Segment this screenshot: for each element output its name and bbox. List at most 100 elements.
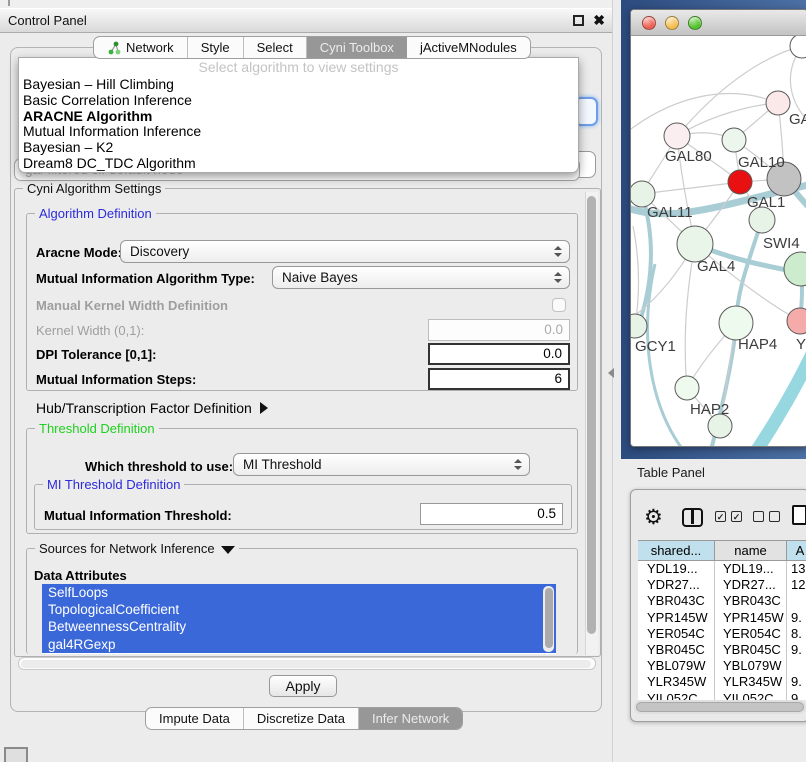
tab-style[interactable]: Style <box>188 37 244 58</box>
table-row[interactable]: YER054CYER054C8. <box>638 626 806 642</box>
kernel-width-field[interactable]: 0.0 <box>428 319 570 341</box>
algorithm-option-dream8-dc-tdc-algorithm[interactable]: Dream8 DC_TDC Algorithm <box>19 156 578 172</box>
algorithm-option-bayesian-k2[interactable]: Bayesian – K2 <box>19 140 578 156</box>
graph-edge[interactable] <box>729 352 806 447</box>
bottom-left-window-icon[interactable] <box>4 747 28 762</box>
graph-edge[interactable] <box>642 182 740 194</box>
node-label-hap2: HAP2 <box>690 401 729 418</box>
graph-node-unnamed[interactable] <box>790 36 806 58</box>
table-cell: YDL19... <box>715 561 787 577</box>
graph-node-gcy1[interactable] <box>631 314 647 338</box>
collapse-left-icon[interactable] <box>608 368 614 378</box>
graph-node-hap4[interactable] <box>719 306 753 340</box>
mi-steps-field[interactable]: 6 <box>428 368 570 390</box>
table-cell <box>787 658 806 674</box>
graph-node-gal80[interactable] <box>664 123 690 149</box>
data-attributes-list[interactable]: SelfLoopsTopologicalCoefficientBetweenne… <box>42 584 556 654</box>
graph-node-gal[interactable] <box>766 91 790 115</box>
algorithm-dropdown[interactable]: Select algorithm to view settings Bayesi… <box>18 57 579 173</box>
mi-type-select[interactable]: Naive Bayes <box>272 266 570 289</box>
algorithm-option-basic-correlation-inference[interactable]: Basic Correlation Inference <box>19 93 578 109</box>
tab-discretize-data[interactable]: Discretize Data <box>244 708 359 729</box>
close-light-icon[interactable] <box>642 16 656 30</box>
table-row[interactable]: YLR345WYLR345W9. <box>638 674 806 690</box>
split-columns-icon[interactable] <box>682 508 703 527</box>
algorithm-definition-title: Algorithm Definition <box>35 206 156 221</box>
attribute-item-gal4rgexp[interactable]: gal4RGexp <box>42 636 556 653</box>
file-icon[interactable] <box>792 505 806 525</box>
network-view-window[interactable]: GALGAL80GAL10GAL1GAL11GAL4SWI4GCY1HAP4YH… <box>630 9 806 447</box>
attribute-item-betweennesscentrality[interactable]: BetweennessCentrality <box>42 618 556 635</box>
tab-select[interactable]: Select <box>244 37 307 58</box>
network-window-titlebar <box>631 10 806 36</box>
graph-node-gal1[interactable] <box>728 170 752 194</box>
which-threshold-select[interactable]: MI Threshold <box>233 453 530 476</box>
node-label-y: Y <box>796 336 806 353</box>
checked-checkbox-icon[interactable]: ✓ <box>715 511 726 522</box>
algorithm-option-aracne-algorithm[interactable]: ARACNE Algorithm <box>19 109 578 125</box>
column-header-shared-[interactable]: shared... <box>638 541 715 560</box>
unchecked-checkbox-icon[interactable] <box>769 511 780 522</box>
tab-cyni-toolbox[interactable]: Cyni Toolbox <box>307 37 407 58</box>
table-row[interactable]: YPR145WYPR145W9. <box>638 610 806 626</box>
table-cell: YBR045C <box>715 642 787 658</box>
table-row[interactable]: YDL19...YDL19...13 <box>638 561 806 577</box>
tab-network[interactable]: Network <box>94 37 188 58</box>
settings-hscrollbar-thumb[interactable] <box>21 660 591 668</box>
table-hscrollbar-thumb[interactable] <box>636 702 804 712</box>
table-row[interactable]: YIL052CYIL052C9 <box>638 691 806 701</box>
table-cell: YBR043C <box>715 593 787 609</box>
dpi-tolerance-field[interactable]: 0.0 <box>428 343 570 365</box>
zoom-light-icon[interactable] <box>688 16 702 30</box>
network-icon <box>107 41 121 55</box>
graph-node-y[interactable] <box>787 308 806 334</box>
column-header-a[interactable]: A <box>787 541 806 560</box>
graph-node-gal4[interactable] <box>677 226 713 262</box>
checked-checkbox-icon[interactable]: ✓ <box>731 511 742 522</box>
apply-button[interactable]: Apply <box>269 675 337 697</box>
minimize-light-icon[interactable] <box>665 16 679 30</box>
panel-divider <box>612 0 613 762</box>
graph-node-unnamed-green[interactable] <box>784 252 806 286</box>
manual-kernel-checkbox[interactable] <box>552 298 566 312</box>
graph-edge[interactable] <box>648 264 683 447</box>
aracne-mode-select[interactable]: Discovery <box>120 240 570 263</box>
attributes-scrollbar-thumb[interactable] <box>545 588 553 648</box>
graph-node-gal10[interactable] <box>722 128 746 152</box>
attribute-item-topologicalcoefficient[interactable]: TopologicalCoefficient <box>42 601 556 618</box>
graph-edge[interactable] <box>631 94 778 132</box>
table-row[interactable]: YBR045CYBR045C9. <box>638 642 806 658</box>
sources-title[interactable]: Sources for Network Inference <box>35 541 239 556</box>
table-row[interactable]: YDR27...YDR27...12 <box>638 577 806 593</box>
network-canvas[interactable]: GALGAL80GAL10GAL1GAL11GAL4SWI4GCY1HAP4YH… <box>631 36 806 447</box>
table-row[interactable]: YBL079WYBL079W <box>638 658 806 674</box>
tab-infer-network[interactable]: Infer Network <box>359 708 462 729</box>
algorithm-option-mutual-information-inference[interactable]: Mutual Information Inference <box>19 124 578 140</box>
algorithm-option-bayesian-hill-climbing[interactable]: Bayesian – Hill Climbing <box>19 77 578 93</box>
table-row[interactable]: YBR043CYBR043C <box>638 593 806 609</box>
gear-icon[interactable]: ⚙ <box>644 505 663 530</box>
float-window-icon[interactable] <box>573 15 584 26</box>
attribute-item-selfloops[interactable]: SelfLoops <box>42 584 556 601</box>
graph-edge[interactable] <box>685 244 695 388</box>
graph-node-hap2[interactable] <box>675 376 699 400</box>
table-cell: 9. <box>787 610 806 626</box>
node-label-swi4: SWI4 <box>763 235 800 252</box>
settings-scrollbar-thumb[interactable] <box>587 196 596 634</box>
graph-edge[interactable] <box>633 226 639 326</box>
stepper-icon <box>514 459 522 470</box>
mi-type-label: Mutual Information Algorithm Type: <box>36 271 255 286</box>
tab-jactivemnodules[interactable]: jActiveMNodules <box>407 37 530 58</box>
graph-edge[interactable] <box>695 244 800 321</box>
table-cell: 13 <box>787 561 806 577</box>
column-header-name[interactable]: name <box>715 541 787 560</box>
table-cell: 9. <box>787 642 806 658</box>
close-icon[interactable]: ✖ <box>593 15 605 26</box>
graph-edge[interactable] <box>677 46 802 136</box>
table-cell: YBR045C <box>638 642 715 658</box>
tab-impute-data[interactable]: Impute Data <box>146 708 244 729</box>
unchecked-checkbox-icon[interactable] <box>753 511 764 522</box>
mi-threshold-field[interactable]: 0.5 <box>420 503 563 525</box>
stepper-icon <box>554 272 562 283</box>
hub-definition-toggle[interactable]: Hub/Transcription Factor Definition <box>36 400 268 416</box>
